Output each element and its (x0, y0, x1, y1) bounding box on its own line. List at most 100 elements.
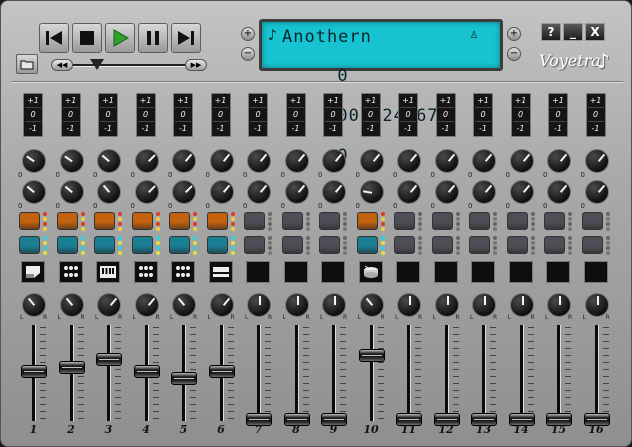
transpose-zero[interactable]: 0 (175, 108, 191, 122)
transpose-selector[interactable]: +1 0 -1 (98, 93, 118, 137)
transpose-zero[interactable]: 0 (287, 108, 304, 122)
transpose-up[interactable]: +1 (137, 94, 154, 108)
transpose-down[interactable]: -1 (213, 122, 229, 136)
transpose-zero[interactable]: 0 (62, 108, 79, 122)
volume-fader[interactable] (21, 365, 47, 378)
transpose-down[interactable]: -1 (550, 122, 566, 136)
solo-button[interactable] (319, 236, 340, 254)
instrument-button[interactable] (321, 261, 345, 283)
transpose-zero[interactable]: 0 (550, 108, 566, 122)
transpose-down[interactable]: -1 (588, 122, 604, 136)
transpose-up[interactable]: +1 (325, 94, 341, 108)
transpose-selector[interactable]: +1 0 -1 (360, 93, 381, 137)
solo-button[interactable] (544, 236, 565, 254)
transpose-down[interactable]: -1 (513, 122, 529, 136)
transpose-zero[interactable]: 0 (212, 108, 229, 122)
transpose-up[interactable]: +1 (512, 94, 529, 108)
transpose-down[interactable]: -1 (438, 122, 454, 136)
mute-button[interactable] (19, 212, 40, 230)
transpose-zero[interactable]: 0 (400, 108, 416, 122)
solo-button[interactable] (469, 236, 490, 254)
solo-button[interactable] (581, 236, 603, 254)
transpose-selector[interactable]: +1 0 -1 (323, 93, 343, 137)
mute-button[interactable] (281, 212, 303, 230)
volume-fader[interactable] (358, 349, 385, 362)
instrument-button[interactable] (508, 261, 533, 283)
transpose-zero[interactable]: 0 (362, 108, 379, 122)
volume-fader[interactable] (58, 361, 85, 374)
volume-knob[interactable] (509, 149, 534, 173)
transpose-up[interactable]: +1 (550, 94, 566, 108)
solo-button[interactable] (169, 236, 190, 254)
volume-knob[interactable] (547, 149, 571, 173)
volume-knob[interactable] (22, 149, 46, 173)
transpose-selector[interactable]: +1 0 -1 (398, 93, 418, 137)
transpose-zero[interactable]: 0 (137, 108, 154, 122)
effect-knob[interactable] (397, 180, 421, 204)
transpose-zero[interactable]: 0 (475, 108, 491, 122)
mute-button[interactable] (431, 212, 453, 230)
volume-knob[interactable] (247, 149, 271, 173)
transpose-zero[interactable]: 0 (512, 108, 529, 122)
transpose-zero[interactable]: 0 (437, 108, 454, 122)
volume-knob[interactable] (59, 149, 84, 173)
volume-knob[interactable] (134, 149, 159, 173)
volume-fader[interactable] (208, 365, 235, 378)
mute-button[interactable] (319, 212, 340, 230)
effect-knob[interactable] (97, 180, 121, 204)
transpose-selector[interactable]: +1 0 -1 (285, 93, 306, 137)
effect-knob[interactable] (472, 180, 496, 204)
transpose-selector[interactable]: +1 0 -1 (23, 93, 43, 137)
instrument-button[interactable] (208, 261, 233, 283)
transpose-up[interactable]: +1 (62, 94, 79, 108)
transpose-down[interactable]: -1 (475, 122, 491, 136)
volume-fader[interactable] (96, 353, 122, 366)
transpose-selector[interactable]: +1 0 -1 (248, 93, 268, 137)
volume-fader[interactable] (171, 372, 197, 385)
instrument-button[interactable] (396, 261, 420, 283)
volume-knob[interactable] (322, 149, 346, 173)
mute-button[interactable] (581, 212, 603, 230)
effect-knob[interactable] (247, 180, 271, 204)
effect-knob[interactable] (134, 180, 159, 204)
effect-knob[interactable] (322, 180, 346, 204)
mute-button[interactable] (131, 212, 153, 230)
effect-knob[interactable] (59, 180, 84, 204)
instrument-button[interactable] (546, 261, 570, 283)
solo-button[interactable] (131, 236, 153, 254)
effect-knob[interactable] (584, 180, 609, 204)
transpose-down[interactable]: -1 (100, 122, 116, 136)
mute-button[interactable] (356, 212, 378, 230)
effect-knob[interactable] (359, 180, 384, 204)
instrument-button[interactable] (283, 261, 308, 283)
effect-knob[interactable] (509, 180, 534, 204)
transpose-zero[interactable]: 0 (587, 108, 604, 122)
transpose-up[interactable]: +1 (400, 94, 416, 108)
volume-knob[interactable] (209, 149, 234, 173)
solo-button[interactable] (19, 236, 40, 254)
mute-button[interactable] (56, 212, 78, 230)
transpose-up[interactable]: +1 (212, 94, 229, 108)
transpose-up[interactable]: +1 (362, 94, 379, 108)
transpose-down[interactable]: -1 (400, 122, 416, 136)
transpose-selector[interactable]: +1 0 -1 (135, 93, 156, 137)
transpose-up[interactable]: +1 (437, 94, 454, 108)
transpose-selector[interactable]: +1 0 -1 (173, 93, 193, 137)
transpose-up[interactable]: +1 (250, 94, 266, 108)
solo-button[interactable] (281, 236, 303, 254)
transpose-up[interactable]: +1 (100, 94, 116, 108)
instrument-button[interactable] (433, 261, 458, 283)
effect-knob[interactable] (172, 180, 196, 204)
transpose-up[interactable]: +1 (587, 94, 604, 108)
transpose-down[interactable]: -1 (25, 122, 41, 136)
transpose-selector[interactable]: +1 0 -1 (473, 93, 493, 137)
effect-knob[interactable] (284, 180, 309, 204)
transpose-down[interactable]: -1 (363, 122, 379, 136)
solo-button[interactable] (394, 236, 415, 254)
instrument-button[interactable] (96, 261, 120, 283)
transpose-zero[interactable]: 0 (100, 108, 116, 122)
solo-button[interactable] (244, 236, 265, 254)
effect-knob[interactable] (434, 180, 459, 204)
solo-button[interactable] (56, 236, 78, 254)
instrument-button[interactable] (58, 261, 83, 283)
